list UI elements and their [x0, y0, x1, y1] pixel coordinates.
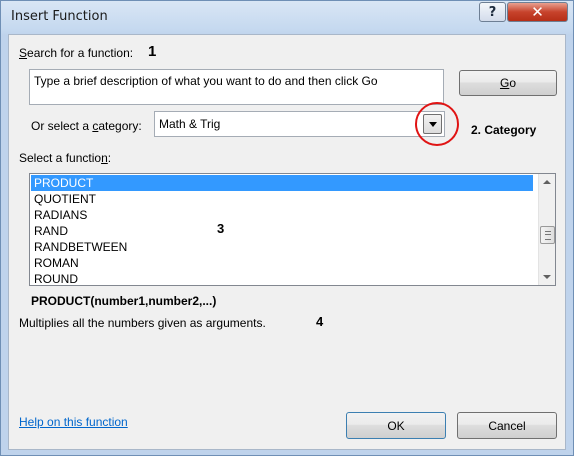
- category-highlight-circle: [415, 102, 459, 146]
- function-list-scrollbar[interactable]: [538, 174, 555, 285]
- help-icon: ?: [488, 4, 497, 20]
- function-item-round[interactable]: ROUND: [31, 271, 533, 285]
- function-item-rand[interactable]: RAND: [31, 223, 533, 239]
- scroll-down-arrow-icon[interactable]: [543, 275, 551, 279]
- insert-function-dialog: Insert Function ? ✕ Search for a functio…: [0, 0, 574, 456]
- function-item-roman[interactable]: ROMAN: [31, 255, 533, 271]
- annotation-2-category: 2. Category: [471, 123, 537, 137]
- category-label: Or select a category:: [31, 119, 142, 133]
- window-title: Insert Function: [11, 9, 108, 24]
- function-item-radians[interactable]: RADIANS: [31, 207, 533, 223]
- go-button-label: Go: [499, 76, 517, 90]
- grip-icon: [545, 231, 551, 240]
- close-icon: ✕: [531, 3, 544, 21]
- function-list-label: Select a function:: [19, 151, 112, 165]
- annotation-1: 1: [148, 43, 157, 60]
- help-on-function-link[interactable]: Help on this function: [19, 415, 128, 429]
- cancel-button-label: Cancel: [488, 418, 526, 433]
- close-button[interactable]: ✕: [507, 2, 568, 22]
- function-item-quotient[interactable]: QUOTIENT: [31, 191, 533, 207]
- function-item-randbetween[interactable]: RANDBETWEEN: [31, 239, 533, 255]
- cancel-button[interactable]: Cancel: [457, 412, 557, 439]
- category-selected-value: Math & Trig: [159, 117, 221, 131]
- go-button[interactable]: Go: [459, 70, 557, 96]
- category-select[interactable]: Math & Trig: [154, 111, 445, 137]
- function-description: Multiplies all the numbers given as argu…: [19, 316, 266, 330]
- function-list[interactable]: PRODUCT QUOTIENT RADIANS RAND RANDBETWEE…: [29, 173, 556, 286]
- dialog-body: Search for a function: 1 Type a brief de…: [8, 34, 566, 450]
- annotation-3: 3: [217, 221, 225, 236]
- ok-button[interactable]: OK: [346, 412, 446, 439]
- function-item-product[interactable]: PRODUCT: [31, 175, 533, 191]
- search-input[interactable]: Type a brief description of what you wan…: [29, 69, 444, 105]
- function-syntax: PRODUCT(number1,number2,...): [31, 294, 217, 308]
- scroll-up-arrow-icon[interactable]: [543, 180, 551, 184]
- title-bar[interactable]: Insert Function ? ✕: [1, 1, 573, 35]
- help-button[interactable]: ?: [479, 2, 506, 22]
- ok-button-label: OK: [387, 418, 405, 433]
- scroll-thumb[interactable]: [540, 226, 555, 244]
- search-label: Search for a function:: [19, 46, 134, 60]
- annotation-4: 4: [316, 314, 324, 329]
